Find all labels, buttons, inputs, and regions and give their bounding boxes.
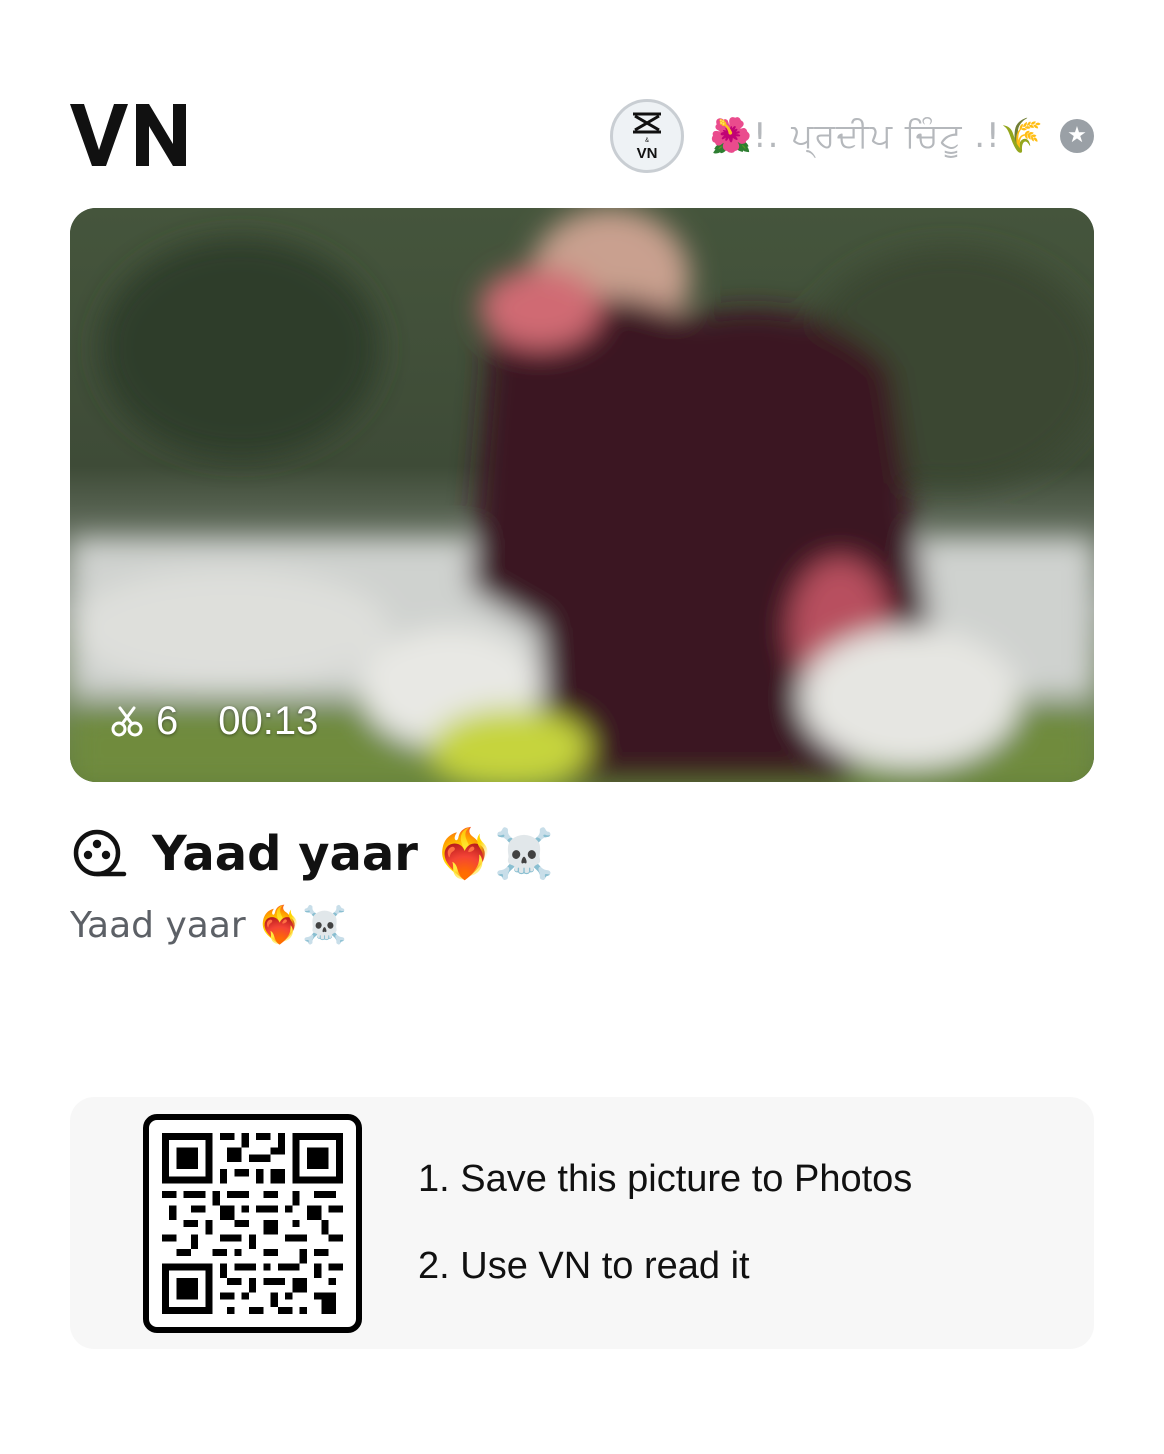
project-description: Yaad yaar ❤️‍🔥☠️ (70, 905, 347, 946)
project-title: Yaad yaar ❤️‍🔥☠️ (152, 825, 555, 882)
clip-count: 6 (156, 699, 179, 743)
video-preview-image (70, 208, 1094, 782)
qr-code[interactable] (143, 1114, 362, 1333)
project-title-row: Yaad yaar ❤️‍🔥☠️ (70, 820, 554, 886)
header: & VN 🌺!. ਪ੍ਰਦੀਪ ਚਿੰਟੂ .!🌾 ★ (70, 98, 1094, 174)
svg-text:&: & (645, 138, 649, 144)
capcut-vn-avatar-icon: & VN (632, 112, 661, 162)
instruction-step-1: 1. Save this picture to Photos (418, 1158, 913, 1200)
scissors-icon (111, 706, 143, 736)
qr-code-image (162, 1133, 343, 1314)
author-info[interactable]: & VN 🌺!. ਪ੍ਰਦੀਪ ਚਿੰਟੂ .!🌾 ★ (609, 98, 1094, 174)
video-duration: 00:13 (218, 699, 319, 743)
svg-text:VN: VN (636, 145, 657, 162)
qr-panel: 1. Save this picture to Photos 2. Use VN… (70, 1097, 1094, 1349)
author-name[interactable]: 🌺!. ਪ੍ਰਦੀਪ ਚਿੰਟੂ .!🌾 (710, 116, 1044, 156)
instruction-step-2: 2. Use VN to read it (418, 1245, 750, 1287)
video-meta: 6 00:13 (110, 699, 318, 744)
vn-logo (70, 104, 186, 166)
qr-instructions: 1. Save this picture to Photos 2. Use VN… (418, 1157, 912, 1288)
video-thumbnail[interactable]: 6 00:13 (70, 208, 1094, 782)
film-reel-icon (73, 829, 127, 877)
star-badge-icon: ★ (1060, 119, 1094, 153)
author-avatar[interactable]: & VN (609, 99, 684, 173)
